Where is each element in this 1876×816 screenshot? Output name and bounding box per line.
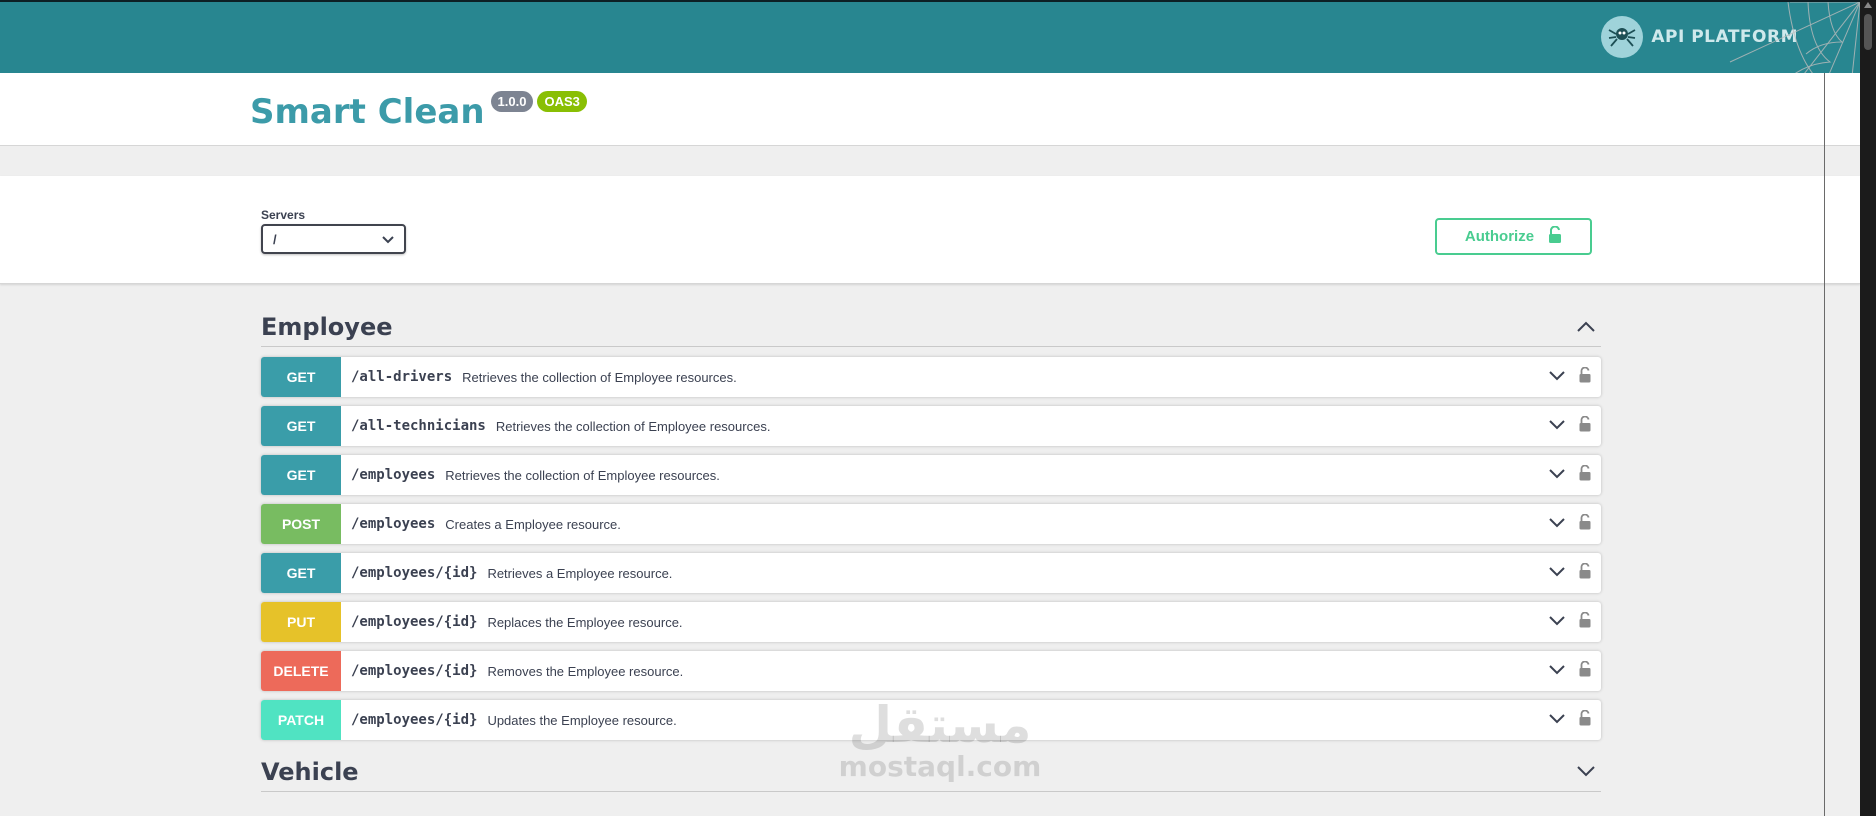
vertical-scrollbar[interactable] [1860, 0, 1876, 816]
operation-summary: Retrieves the collection of Employee res… [495, 418, 771, 434]
operation-path: /employees/{id} [351, 712, 478, 728]
operation-path: /all-drivers [351, 369, 453, 385]
method-badge: PUT [261, 602, 341, 642]
chevron-down-icon[interactable] [1577, 766, 1595, 777]
servers-label: Servers [261, 208, 306, 222]
unlocked-padlock-icon[interactable] [1579, 464, 1591, 486]
brand-name: API PLATFORM [1651, 27, 1798, 47]
operation-row[interactable]: PUT/employees/{id} Replaces the Employee … [261, 602, 1601, 642]
authorize-label: Authorize [1464, 228, 1535, 245]
operation-controls [1549, 406, 1591, 446]
operation-controls [1549, 553, 1591, 593]
api-info: Smart Clean 1.0.0 OAS3 [0, 73, 1860, 146]
operation-controls [1549, 357, 1591, 397]
operation-summary: Retrieves the collection of Employee res… [445, 467, 720, 483]
operation-path: /employees/{id} [351, 614, 478, 630]
chevron-down-icon[interactable] [1549, 564, 1565, 582]
operation-summary: Retrieves the collection of Employee res… [462, 369, 737, 385]
operation-row[interactable]: GET/all-technicians Retrieves the collect… [261, 406, 1601, 446]
chevron-down-icon[interactable] [1549, 662, 1565, 680]
authorize-button[interactable]: Authorize [1435, 218, 1592, 255]
operation-summary: Updates the Employee resource. [487, 712, 677, 728]
operation-controls [1549, 700, 1591, 740]
operation-path: /employees/{id} [351, 663, 478, 679]
operation-controls [1549, 504, 1591, 544]
method-badge: GET [261, 553, 341, 593]
operation-summary: Creates a Employee resource. [445, 516, 621, 532]
mostaql-watermark: مستقل mostaql.com [830, 700, 1050, 783]
servers-select[interactable]: / [261, 224, 406, 254]
oas-badge: OAS3 [537, 91, 587, 112]
chevron-down-icon[interactable] [1549, 711, 1565, 729]
operation-row[interactable]: GET/all-drivers Retrieves the collection … [261, 357, 1601, 397]
page-guide-line [1824, 73, 1825, 816]
operation-summary: Retrieves a Employee resource. [487, 565, 673, 581]
method-badge: DELETE [261, 651, 341, 691]
unlocked-padlock-icon[interactable] [1579, 660, 1591, 682]
operation-controls [1549, 602, 1591, 642]
method-badge: GET [261, 455, 341, 495]
operation-controls [1549, 651, 1591, 691]
operation-summary: Removes the Employee resource. [487, 663, 684, 679]
spider-logo-icon [1601, 16, 1644, 58]
chevron-down-icon[interactable] [1549, 368, 1565, 386]
scrollbar-thumb[interactable] [1864, 14, 1872, 50]
employee-operations: GET/all-drivers Retrieves the collection … [261, 357, 1601, 749]
chevron-down-icon[interactable] [1549, 466, 1565, 484]
operation-path: /employees [351, 516, 436, 532]
operation-path: /employees/{id} [351, 565, 478, 581]
api-title: Smart Clean [250, 92, 485, 132]
swagger-page: API PLATFORM Smart Clean 1.0.0 OAS3 Serv… [0, 0, 1860, 816]
unlocked-padlock-icon[interactable] [1579, 366, 1591, 388]
tag-title: Vehicle [261, 757, 359, 786]
operation-path: /all-technicians [351, 418, 486, 434]
chevron-down-icon[interactable] [1549, 613, 1565, 631]
operation-path: /employees [351, 467, 436, 483]
unlocked-padlock-icon[interactable] [1579, 709, 1591, 731]
chevron-down-icon [382, 232, 394, 247]
operation-controls [1549, 455, 1591, 495]
method-badge: GET [261, 406, 341, 446]
method-badge: PATCH [261, 700, 341, 740]
operation-row[interactable]: DELETE/employees/{id} Removes the Employe… [261, 651, 1601, 691]
unlocked-padlock-icon[interactable] [1579, 513, 1591, 535]
watermark-arabic: مستقل [848, 696, 1032, 754]
tag-title: Employee [261, 312, 393, 341]
watermark-latin: mostaql.com [838, 750, 1042, 783]
operation-row[interactable]: POST/employees Creates a Employee resourc… [261, 504, 1601, 544]
unlocked-padlock-icon[interactable] [1579, 415, 1591, 437]
operation-row[interactable]: GET/employees/{id} Retrieves a Employee r… [261, 553, 1601, 593]
operation-row[interactable]: GET/employees Retrieves the collection of… [261, 455, 1601, 495]
unlocked-padlock-icon[interactable] [1579, 562, 1591, 584]
chevron-down-icon[interactable] [1549, 515, 1565, 533]
top-bar: API PLATFORM [0, 0, 1860, 142]
unlocked-padlock-icon [1548, 225, 1562, 248]
method-badge: POST [261, 504, 341, 544]
chevron-up-icon[interactable] [1577, 321, 1595, 332]
version-badge: 1.0.0 [490, 91, 534, 112]
method-badge: GET [261, 357, 341, 397]
unlocked-padlock-icon[interactable] [1579, 611, 1591, 633]
api-platform-brand[interactable]: API PLATFORM [1601, 16, 1798, 58]
chevron-down-icon[interactable] [1549, 417, 1565, 435]
servers-section: Servers / Authorize [0, 176, 1860, 284]
tag-employee[interactable]: Employee [261, 307, 1601, 347]
scroll-up-icon[interactable] [1864, 2, 1872, 8]
operation-summary: Replaces the Employee resource. [487, 614, 683, 630]
servers-selected-value: / [273, 231, 277, 247]
